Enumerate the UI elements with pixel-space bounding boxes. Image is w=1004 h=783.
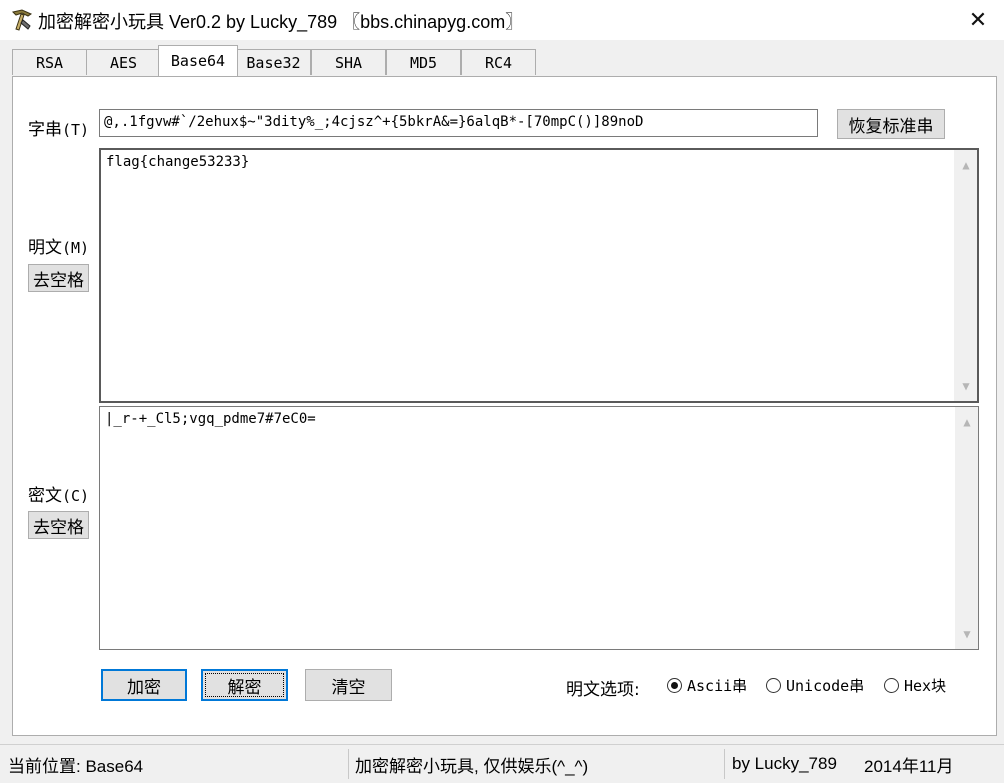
plaintext-value: flag{change53233}: [106, 154, 250, 170]
tab-rc4[interactable]: RC4: [461, 49, 536, 75]
ciphertext-hotkey: (C): [62, 487, 90, 505]
ciphertext-label-text: 密文: [28, 486, 62, 506]
close-button[interactable]: ✕: [952, 0, 1004, 40]
scroll-down-icon[interactable]: ▼: [955, 375, 977, 397]
key-hotkey: (T): [62, 121, 90, 139]
scroll-up-icon[interactable]: ▲: [956, 411, 978, 433]
pickaxe-app-icon: [12, 9, 33, 31]
close-icon: ✕: [968, 7, 988, 33]
plaintext-label: 明文(M): [28, 233, 89, 258]
status-date: 2014年11月: [864, 756, 954, 776]
decrypt-button[interactable]: 解密: [201, 669, 288, 701]
tab-base64[interactable]: Base64: [158, 45, 238, 76]
ciphertext-label: 密文(C): [28, 481, 89, 506]
scroll-down-icon[interactable]: ▼: [956, 623, 978, 645]
plaintext-label-text: 明文: [28, 238, 62, 258]
option-hex-radio[interactable]: Hex块: [884, 675, 946, 696]
ciphertext-value: |_r-+_Cl5;vgq_pdme7#7eC0=: [105, 411, 316, 427]
title-bar: 加密解密小玩具 Ver0.2 by Lucky_789 〖bbs.chinapy…: [0, 0, 1004, 40]
status-note: 加密解密小玩具, 仅供娱乐(^_^): [355, 756, 589, 776]
plaintext-textarea[interactable]: flag{change53233} ▲ ▼: [99, 148, 979, 403]
encrypt-button[interactable]: 加密: [101, 669, 187, 701]
status-current-position: 当前位置: Base64: [8, 756, 144, 776]
option-ascii-radio[interactable]: Ascii串: [667, 675, 747, 696]
status-divider: [348, 749, 349, 779]
plaintext-options-label: 明文选项:: [566, 680, 640, 700]
option-unicode-label: Unicode串: [786, 677, 865, 695]
clear-button[interactable]: 清空: [305, 669, 392, 701]
radio-unchecked-icon: [766, 678, 781, 693]
window-title: 加密解密小玩具 Ver0.2 by Lucky_789 〖bbs.chinapy…: [38, 12, 524, 32]
plaintext-scrollbar[interactable]: ▲ ▼: [954, 150, 977, 401]
plaintext-hotkey: (M): [62, 239, 90, 257]
tab-base32[interactable]: Base32: [236, 49, 311, 75]
option-unicode-radio[interactable]: Unicode串: [766, 675, 864, 696]
tab-md5[interactable]: MD5: [386, 49, 461, 75]
radio-unchecked-icon: [884, 678, 899, 693]
restore-standard-key-button[interactable]: 恢复标准串: [837, 109, 945, 139]
radio-checked-icon: [667, 678, 682, 693]
ciphertext-textarea[interactable]: |_r-+_Cl5;vgq_pdme7#7eC0= ▲ ▼: [99, 406, 979, 650]
tab-aes[interactable]: AES: [86, 49, 161, 75]
key-label: 字串(T): [28, 115, 89, 140]
key-string-input[interactable]: @,.1fgvw#`/2ehux$~"3dity%_;4cjsz^+{5bkrA…: [99, 109, 818, 137]
plaintext-strip-spaces-button[interactable]: 去空格: [28, 264, 89, 292]
status-bar: 当前位置: Base64 加密解密小玩具, 仅供娱乐(^_^) by Lucky…: [0, 744, 1004, 783]
option-ascii-label: Ascii串: [687, 677, 748, 695]
status-divider: [724, 749, 725, 779]
key-label-text: 字串: [28, 120, 62, 140]
ciphertext-scrollbar[interactable]: ▲ ▼: [955, 407, 978, 649]
ciphertext-strip-spaces-button[interactable]: 去空格: [28, 511, 89, 539]
tab-sha[interactable]: SHA: [311, 49, 386, 75]
app-window: 加密解密小玩具 Ver0.2 by Lucky_789 〖bbs.chinapy…: [0, 0, 1004, 783]
option-hex-label: Hex块: [904, 677, 947, 695]
scroll-up-icon[interactable]: ▲: [955, 154, 977, 176]
status-author: by Lucky_789: [732, 754, 837, 773]
tab-rsa[interactable]: RSA: [12, 49, 87, 75]
